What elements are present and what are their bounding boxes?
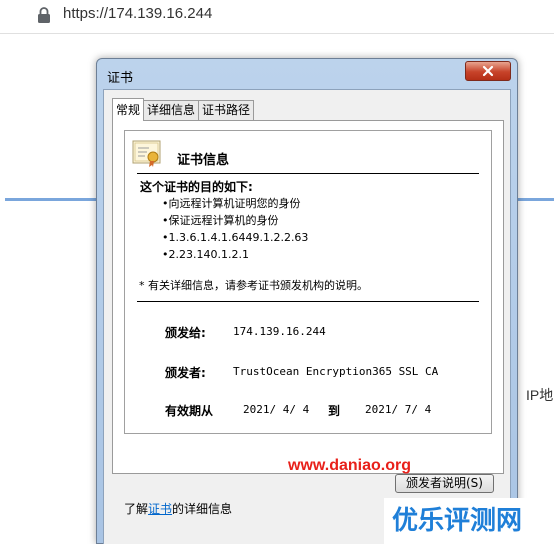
address-bar[interactable]: https://174.139.16.244 (0, 0, 554, 30)
valid-from-label: 有效期从 (165, 404, 214, 418)
learn-prefix: 了解 (124, 502, 149, 516)
watermark-text: www.daniao.org (288, 457, 411, 474)
purpose-item: •2.23.140.1.2.1 (162, 248, 249, 261)
divider (137, 173, 479, 174)
issued-to-label: 颁发给: (165, 326, 206, 340)
issued-by-label: 颁发者: (165, 366, 206, 380)
certificate-info-box: 证书信息 这个证书的目的如下: •向远程计算机证明您的身份 •保证远程计算机的身… (124, 130, 492, 434)
purpose-list: •向远程计算机证明您的身份 •保证远程计算机的身份 •1.3.6.1.4.1.6… (162, 195, 308, 263)
issued-to-value: 174.139.16.244 (233, 325, 326, 338)
certificate-dialog: 证书 常规 详细信息 证书路径 证书信息 这个证书的目的如下: •向远程计算机证… (96, 58, 518, 544)
tab-panel-general: 证书信息 这个证书的目的如下: •向远程计算机证明您的身份 •保证远程计算机的身… (112, 120, 504, 493)
tab-details[interactable]: 详细信息 (143, 100, 200, 120)
brand-watermark: 优乐评测网 (384, 498, 554, 544)
page-divider-left (5, 198, 100, 201)
valid-to-value: 2021/ 7/ 4 (365, 403, 432, 416)
certificate-info-title: 证书信息 (177, 153, 230, 168)
purpose-item: •向远程计算机证明您的身份 (162, 197, 301, 210)
purpose-item: •1.3.6.1.4.1.6449.1.2.2.63 (162, 231, 309, 244)
close-button[interactable] (465, 61, 511, 81)
page-separator (0, 33, 554, 34)
issued-by-value: TrustOcean Encryption365 SSL CA (233, 365, 439, 378)
issuer-statement-button[interactable]: 颁发者说明(S) (395, 474, 494, 493)
certificate-icon (132, 140, 161, 167)
page-divider-right (518, 198, 554, 201)
divider (137, 301, 479, 302)
page-side-text: IP地 (526, 387, 554, 403)
learn-more-text: 了解证书的详细信息 (124, 500, 232, 517)
valid-to-label: 到 (328, 404, 341, 418)
lock-icon (38, 7, 50, 23)
learn-certificate-link[interactable]: 证书 (148, 502, 172, 516)
dialog-title: 证书 (107, 71, 134, 86)
issuer-note: * 有关详细信息，请参考证书颁发机构的说明。 (139, 279, 368, 292)
valid-from-value: 2021/ 4/ 4 (243, 403, 310, 416)
learn-suffix: 的详细信息 (172, 502, 233, 516)
purpose-heading: 这个证书的目的如下: (140, 180, 253, 194)
dialog-client-area: 常规 详细信息 证书路径 证书信息 这个证书的目的如下: •向远程计算机证明您的… (103, 89, 511, 544)
tab-strip: 常规 详细信息 证书路径 (112, 98, 255, 121)
tab-certification-path[interactable]: 证书路径 (198, 100, 255, 120)
tab-general[interactable]: 常规 (112, 98, 145, 121)
close-icon (482, 65, 494, 77)
url-text[interactable]: https://174.139.16.244 (63, 5, 212, 22)
purpose-item: •保证远程计算机的身份 (162, 214, 279, 227)
